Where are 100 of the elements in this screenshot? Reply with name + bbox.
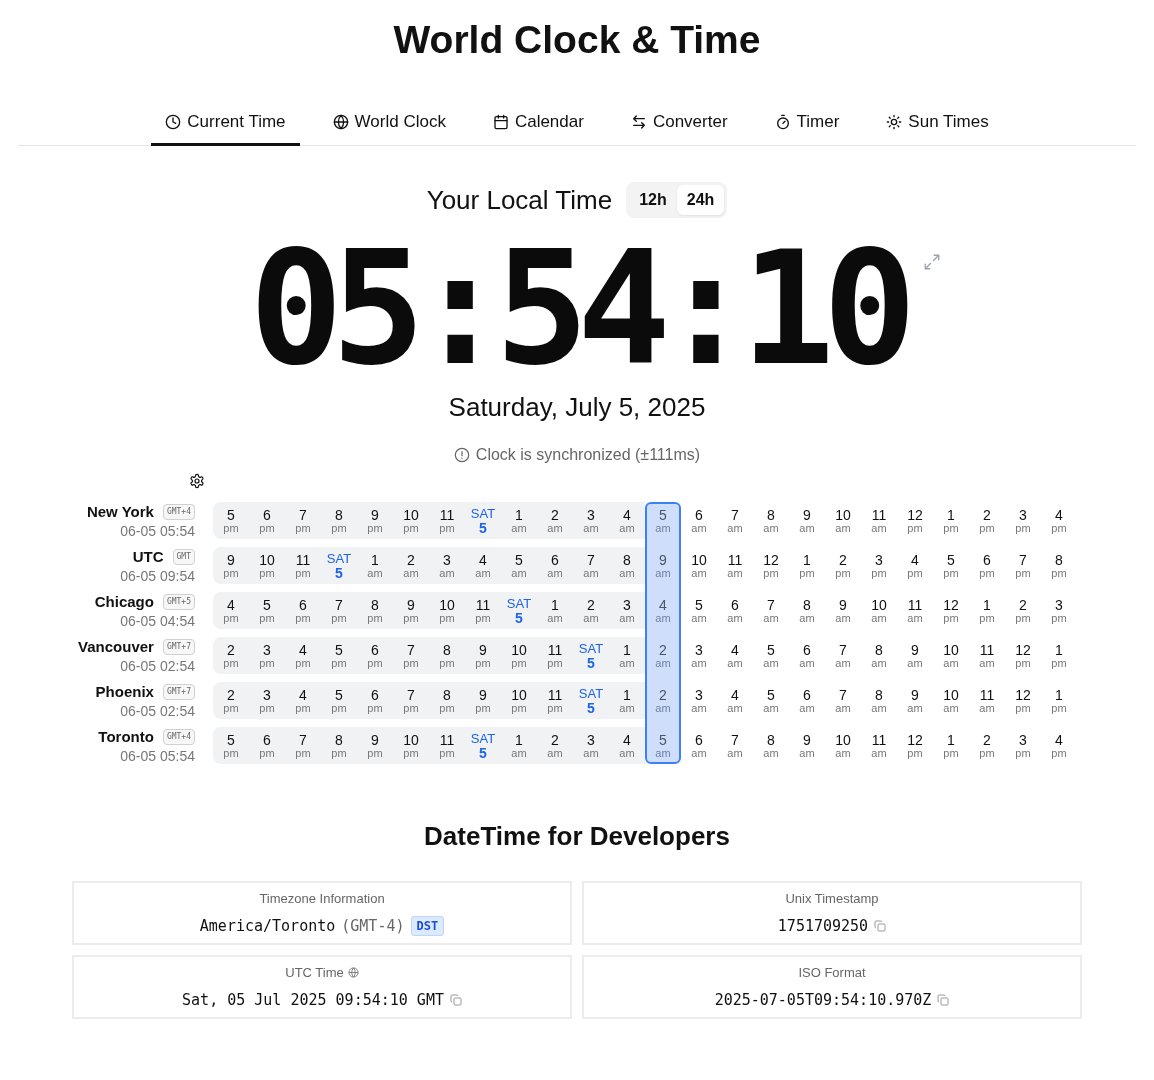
clock-time: 05:54:10 <box>249 231 905 387</box>
hour-cell: 4 pm <box>223 597 239 624</box>
hour-cell: 3 pm <box>259 687 275 714</box>
hour-cell: 3 pm <box>871 552 887 579</box>
settings-icon[interactable] <box>189 473 205 489</box>
hour-cell: 11 am <box>871 732 887 759</box>
hour-cell: 11 pm <box>439 732 455 759</box>
hour-cell: 1 pm <box>943 732 959 759</box>
hour-cell: 2 pm <box>223 687 239 714</box>
city-datetime: 06-05 05:54 <box>120 746 195 765</box>
hour-cell: 5 am <box>691 597 707 624</box>
hour-cell: 1 pm <box>1051 642 1067 669</box>
city-datetime: 06-05 05:54 <box>120 521 195 540</box>
alert-circle-icon <box>453 447 470 463</box>
hour-cell: 12 pm <box>1015 687 1031 714</box>
hour-cell: 8 pm <box>439 687 455 714</box>
stopwatch-icon <box>774 114 791 130</box>
hour-cell: 6 am <box>691 732 707 759</box>
hour-cell: 7 am <box>763 597 779 624</box>
hour-cell: 9 am <box>907 687 923 714</box>
hour-cell: 6 am <box>799 642 815 669</box>
hour-cell: 4 pm <box>295 642 311 669</box>
hour-cell: 8 am <box>871 642 887 669</box>
city-name: Vancouver <box>78 636 154 657</box>
hour-cell: 2 pm <box>979 732 995 759</box>
hour-cell: 7 am <box>727 507 743 534</box>
hour-cell: 6 pm <box>259 507 275 534</box>
tab[interactable]: World Clock <box>318 100 460 146</box>
hour-cell: 10 pm <box>511 687 527 714</box>
city-name: Chicago <box>94 591 154 612</box>
hour-cell: 8 pm <box>331 507 347 534</box>
hour-cell: 5 am <box>511 552 527 579</box>
hour-cell: 3 pm <box>259 642 275 669</box>
hour-cell: 2 am <box>583 597 599 624</box>
hour-cell: 10 am <box>835 507 851 534</box>
tab[interactable]: Timer <box>760 100 854 146</box>
hour-cell: 12 pm <box>907 507 923 534</box>
city-datetime: 06-05 02:54 <box>120 701 195 720</box>
hour-cell: 3 am <box>583 732 599 759</box>
card-value: America/Toronto <box>199 915 336 936</box>
city-datetime: 06-05 02:54 <box>120 656 195 675</box>
hour-cell: 10 pm <box>403 507 419 534</box>
hour-cell: 9 pm <box>475 687 491 714</box>
hour-cell: 3 pm <box>1015 732 1031 759</box>
hour-cell: 10 pm <box>259 552 275 579</box>
hour-cell: 2 am <box>547 732 563 759</box>
copy-icon[interactable] <box>874 919 887 932</box>
hour-cell: 11 am <box>907 597 923 624</box>
city-datetime: 06-05 09:54 <box>120 566 195 585</box>
tab[interactable]: Sun Times <box>872 100 1003 146</box>
hour-cell: 7 am <box>583 552 599 579</box>
hour-cell: 2 am <box>655 687 671 714</box>
hour-cell: 2 am <box>403 552 419 579</box>
hour-cell: 9 pm <box>475 642 491 669</box>
city-name: Toronto <box>98 726 154 747</box>
hour-cell: 7 pm <box>403 642 419 669</box>
card-value: Sat, 05 Jul 2025 09:54:10 GMT <box>182 989 444 1010</box>
hour-cell: 7 pm <box>1015 552 1031 579</box>
hour-cell: 7 pm <box>331 597 347 624</box>
tab[interactable]: Current Time <box>151 100 300 146</box>
hour-cell: 9 am <box>655 552 671 579</box>
hour-cell: 6 am <box>799 687 815 714</box>
hour-cell: 7 am <box>727 732 743 759</box>
hour-cell: 11 am <box>979 687 995 714</box>
sun-icon <box>886 114 903 130</box>
hour-cell: 4 am <box>727 687 743 714</box>
hour-cell: 10 am <box>691 552 707 579</box>
tab[interactable]: Converter <box>616 100 742 146</box>
hour-cell: 11 pm <box>547 642 563 669</box>
hour-cell: 9 am <box>835 597 851 624</box>
copy-icon[interactable] <box>937 993 950 1006</box>
hour-cell: 2 am <box>547 507 563 534</box>
page-title: World Clock & Time <box>392 17 762 63</box>
hour-cell: 11 pm <box>295 552 311 579</box>
day-change-cell: SAT 5 <box>578 686 604 715</box>
hour-cell: 4 pm <box>295 687 311 714</box>
day-change-cell: SAT 5 <box>326 551 352 580</box>
sync-status: Clock is synchronized (±111ms) <box>475 445 701 465</box>
hour-cell: 1 am <box>547 597 563 624</box>
hour-cell: 10 am <box>943 687 959 714</box>
time-format-option[interactable]: 12h <box>629 185 677 215</box>
card-label: ISO Format <box>798 964 866 981</box>
tab[interactable]: Calendar <box>478 100 598 146</box>
copy-icon[interactable] <box>449 993 462 1006</box>
section-heading: Your Local Time <box>426 184 613 217</box>
hour-cell: 9 pm <box>403 597 419 624</box>
hour-cell: 9 am <box>907 642 923 669</box>
hour-cell: 11 pm <box>547 687 563 714</box>
hour-cell: 8 pm <box>367 597 383 624</box>
hour-cell: 11 am <box>871 507 887 534</box>
city-name: Phoenix <box>95 681 154 702</box>
expand-icon[interactable] <box>922 253 941 271</box>
globe-icon <box>332 114 349 130</box>
hour-cell: 7 am <box>835 687 851 714</box>
time-format-option[interactable]: 24h <box>676 185 725 215</box>
hour-cell: 1 am <box>367 552 383 579</box>
hour-cell: 8 pm <box>331 732 347 759</box>
hour-cell: 3 pm <box>1051 597 1067 624</box>
hour-cell: 6 pm <box>367 642 383 669</box>
hour-cell: 1 pm <box>799 552 815 579</box>
